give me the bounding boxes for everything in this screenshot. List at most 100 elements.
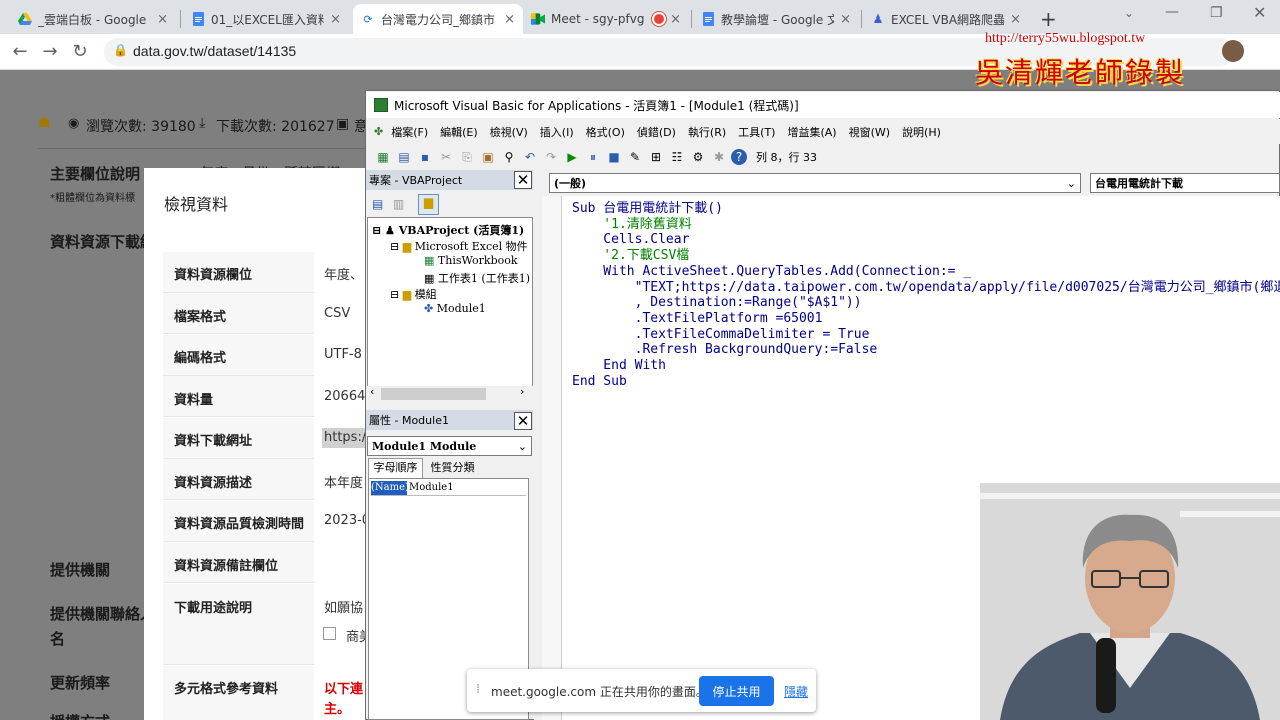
code-line[interactable]: .TextFilePlatform =65001 [572, 311, 823, 327]
code-line[interactable]: .TextFileCommaDelimiter = True [572, 327, 870, 343]
toggle-folders-icon[interactable]: ▆ [418, 194, 439, 215]
code-line[interactable]: Cells.Clear [572, 232, 689, 248]
view-code-icon[interactable]: ▤ [372, 197, 383, 211]
tab-categorized[interactable]: 性質分類 [425, 460, 480, 478]
view-object-icon[interactable]: ▥ [393, 197, 404, 211]
close-icon[interactable]: × [1010, 12, 1021, 27]
cut-icon[interactable]: ✂ [437, 148, 455, 166]
close-icon[interactable]: × [504, 12, 515, 27]
menu-debug[interactable]: 偵錯(D) [637, 124, 676, 140]
close-icon[interactable]: × [840, 12, 851, 27]
folder-icon: ▆ [402, 288, 412, 301]
tab-alphabetic[interactable]: 字母順序 [368, 458, 423, 478]
redo-icon[interactable]: ↷ [542, 148, 560, 166]
commercial-checkbox[interactable] [323, 627, 336, 640]
code-line[interactable]: "TEXT;https://data.taipower.com.tw/opend… [572, 280, 1280, 296]
code-line[interactable]: '1.清除舊資料 [572, 217, 692, 233]
tab-search-icon[interactable]: ⌄ [1124, 6, 1134, 20]
webcam-feed [980, 483, 1280, 720]
scrollbar-thumb[interactable] [381, 388, 486, 400]
code-line[interactable]: .Refresh BackgroundQuery:=False [572, 342, 878, 358]
insert-userform-icon[interactable]: ▤ [395, 148, 413, 166]
menu-insert[interactable]: 插入(I) [540, 124, 574, 140]
tree-module1[interactable]: ✤ Module1 [424, 302, 486, 315]
prop-name-key[interactable]: (Name) [371, 481, 409, 495]
tree-modules[interactable]: ⊟ ▆ 模組 [390, 286, 437, 302]
excel-icon[interactable]: ▦ [374, 148, 392, 166]
new-tab-button[interactable]: + [1040, 7, 1057, 31]
menu-run[interactable]: 執行(R) [688, 124, 726, 140]
break-icon[interactable]: ⏸ [584, 148, 602, 166]
scroll-left-icon[interactable]: ‹ [370, 385, 374, 398]
properties-icon[interactable]: ☷ [668, 148, 686, 166]
save-icon[interactable]: ▪ [416, 148, 434, 166]
hide-link[interactable]: 隱藏 [784, 683, 808, 700]
menu-view[interactable]: 檢視(V) [490, 124, 528, 140]
project-explorer-icon[interactable]: ⊞ [647, 148, 665, 166]
menu-tools[interactable]: 工具(T) [738, 124, 775, 140]
procedure-select[interactable]: 台電用電統計下載 [1090, 173, 1280, 193]
sheet-icon: ▦ [424, 272, 435, 285]
find-icon[interactable]: ⚲ [500, 148, 518, 166]
paste-icon[interactable]: ▣ [479, 148, 497, 166]
tab-excel-vba-crawler[interactable]: ♟ EXCEL VBA網路爬蟲 × [863, 4, 1029, 34]
design-mode-icon[interactable]: ✎ [626, 148, 644, 166]
reset-icon[interactable]: ■ [605, 148, 623, 166]
help-icon[interactable]: ? [731, 149, 747, 165]
object-select[interactable]: (一般) ⌄ [549, 173, 1081, 193]
tab-excel-import[interactable]: 01_以EXCEL匯入資料 × [183, 4, 349, 34]
code-margin [542, 196, 562, 720]
code-line[interactable]: End Sub [572, 374, 627, 390]
properties-object-select[interactable]: Module1 Module ⌄ [367, 436, 532, 456]
close-icon[interactable]: × [157, 12, 168, 27]
menu-help[interactable]: 說明(H) [902, 124, 941, 140]
tree-vbaproject[interactable]: ⊟ ♟ VBAProject (活頁簿1) [372, 222, 524, 238]
menu-window[interactable]: 視窗(W) [849, 124, 890, 140]
scroll-right-icon[interactable]: › [520, 385, 524, 398]
code-line[interactable]: '2.下載CSV檔 [572, 248, 689, 264]
modal-title: 檢視資料 [164, 195, 229, 214]
row-label: 多元格式參考資料 [174, 682, 279, 697]
close-icon[interactable]: × [670, 12, 681, 27]
forward-button[interactable]: → [38, 40, 62, 64]
menu-format[interactable]: 格式(O) [586, 124, 625, 140]
url-text[interactable]: data.gov.tw/dataset/14135 [133, 41, 296, 61]
code-line[interactable]: , Destination:=Range("$A$1")) [572, 295, 862, 311]
tab-title: _雲端白板 - Google 簡 [38, 12, 152, 27]
toolbox-icon[interactable]: ✱ [710, 148, 728, 166]
back-button[interactable]: ← [8, 40, 32, 64]
close-project-pane-button[interactable]: ✕ [514, 171, 532, 189]
splitter[interactable] [534, 170, 542, 720]
object-browser-icon[interactable]: ⚙ [689, 148, 707, 166]
close-icon[interactable]: × [330, 12, 341, 27]
lock-icon[interactable]: 🔒 [113, 43, 128, 57]
restore-button[interactable]: ❐ [1210, 5, 1223, 21]
provider-contact-heading-2: 名 [50, 630, 66, 648]
code-line[interactable]: Sub 台電用電統計下載() [572, 201, 723, 217]
menu-file[interactable]: 檔案(F) [391, 124, 428, 140]
tab-teaching-forum[interactable]: 教學論壇 - Google 文 × [693, 4, 859, 34]
close-window-button[interactable]: ✕ [1253, 3, 1266, 22]
tree-sheet1[interactable]: ▦ 工作表1 (工作表1) [424, 270, 530, 286]
tree-thisworkbook[interactable]: ▦ ThisWorkbook [424, 254, 518, 267]
close-properties-pane-button[interactable]: ✕ [514, 412, 532, 430]
tab-meet[interactable]: Meet - sgy-pfvg × [523, 4, 689, 34]
menu-addins[interactable]: 增益集(A) [787, 124, 836, 140]
stop-sharing-button[interactable]: 停止共用 [699, 676, 774, 706]
drag-handle-icon[interactable]: ⁞ [476, 682, 480, 697]
tree-excel-objects[interactable]: ⊟ ▆ Microsoft Excel 物件 [390, 238, 528, 254]
undo-icon[interactable]: ↶ [521, 148, 539, 166]
run-icon[interactable]: ▶ [563, 148, 581, 166]
tab-whiteboard[interactable]: _雲端白板 - Google 簡 × [10, 4, 176, 34]
prop-name-value[interactable]: Module1 [409, 481, 454, 495]
download-url-link[interactable]: https:/ [324, 430, 366, 445]
side-note: *粗體欄位為資料標 [50, 193, 135, 204]
tab-taipower-dataset[interactable]: ⟳ 台灣電力公司_鄉鎮市 × [353, 4, 523, 34]
avatar[interactable] [1222, 40, 1244, 62]
menu-edit[interactable]: 編輯(E) [440, 124, 478, 140]
reload-button[interactable]: ↻ [68, 40, 92, 64]
copy-icon[interactable]: ⎘ [458, 148, 476, 166]
code-line[interactable]: End With [572, 358, 666, 374]
code-line[interactable]: With ActiveSheet.QueryTables.Add(Connect… [572, 264, 971, 280]
minimize-button[interactable]: — [1165, 4, 1179, 20]
